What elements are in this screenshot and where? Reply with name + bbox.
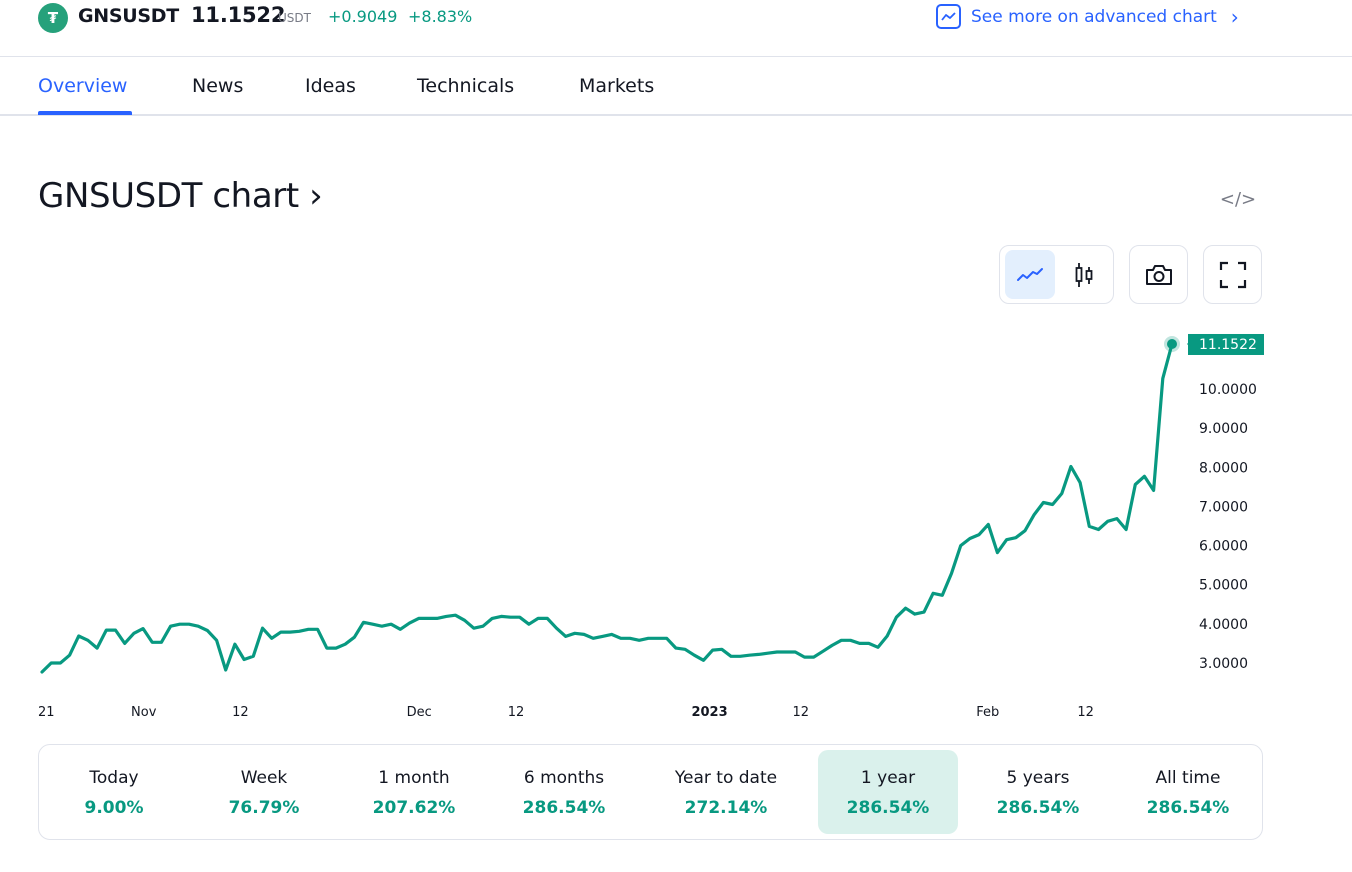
period-week[interactable]: Week 76.79% <box>194 750 334 834</box>
period-label: 1 month <box>378 768 450 788</box>
tab-technicals[interactable]: Technicals <box>417 75 514 97</box>
period-label: All time <box>1155 768 1221 788</box>
period-label: Today <box>89 768 139 788</box>
y-tick-label: 3.0000 <box>1199 656 1248 672</box>
last-value-label: 11.1522 <box>1199 337 1257 353</box>
fullscreen-icon <box>1219 261 1246 288</box>
tab-bar: Overview News Ideas Technicals Markets <box>0 57 1352 116</box>
period-label: Week <box>240 768 288 788</box>
period-5-years[interactable]: 5 years 286.54% <box>968 750 1108 834</box>
x-tick-label: Nov <box>131 705 157 720</box>
chevron-right-icon: › <box>1230 4 1239 29</box>
tether-logo-icon: ₮ <box>38 3 68 33</box>
period-6-months[interactable]: 6 months 286.54% <box>494 750 634 834</box>
line-chart-icon <box>1017 267 1043 281</box>
period-change-value: 207.62% <box>372 798 456 818</box>
embed-code-icon[interactable]: </> <box>1220 185 1256 213</box>
x-tick-label: Feb <box>976 705 999 720</box>
performance-periods: Today 9.00% Week 76.79% 1 month 207.62% 6 mont… <box>38 744 1263 840</box>
period-change-value: 286.54% <box>846 798 930 818</box>
candlestick-chart-button[interactable] <box>1059 250 1109 299</box>
period-label: Year to date <box>674 768 778 788</box>
period-1-month[interactable]: 1 month 207.62% <box>344 750 484 834</box>
advanced-chart-label: See more on advanced chart <box>971 6 1217 27</box>
x-tick-label: 12 <box>508 705 525 720</box>
period-all-time[interactable]: All time 286.54% <box>1118 750 1258 834</box>
x-axis: 21 Nov 12 Dec 12 2023 12 Feb 12 <box>38 705 1094 720</box>
x-tick-label: 12 <box>232 705 249 720</box>
period-change-value: 76.79% <box>228 798 300 818</box>
tab-news[interactable]: News <box>192 75 243 97</box>
y-tick-label: 10.0000 <box>1199 382 1257 398</box>
x-tick-label: 21 <box>38 705 55 720</box>
y-tick-label: 5.0000 <box>1199 578 1248 594</box>
last-value-marker: 11.1522 <box>1164 333 1264 355</box>
period-1-year[interactable]: 1 year 286.54% <box>818 750 958 834</box>
tab-overview[interactable]: Overview <box>38 75 127 97</box>
last-point-dot <box>1167 338 1177 349</box>
y-axis: 3.0000 4.0000 5.0000 6.0000 7.0000 8.0000 9.00… <box>1199 382 1257 672</box>
period-label: 5 years <box>1006 768 1070 788</box>
y-tick-label: 6.0000 <box>1199 539 1248 555</box>
advanced-chart-link[interactable]: See more on advanced chart › <box>936 4 1239 29</box>
price-change-percent: +8.83% <box>408 7 473 26</box>
y-tick-label: 4.0000 <box>1199 617 1248 633</box>
price-line <box>40 342 1174 674</box>
x-tick-label: 12 <box>793 705 810 720</box>
price-change: +0.9049 <box>328 7 398 26</box>
period-label: 1 year <box>860 768 916 788</box>
y-tick-label: 9.0000 <box>1199 421 1248 437</box>
price-currency: USDT <box>278 11 311 25</box>
period-year-to-date[interactable]: Year to date 272.14% <box>656 750 796 834</box>
symbol-name: GNSUSDT <box>78 5 179 27</box>
y-tick-label: 7.0000 <box>1199 499 1248 515</box>
x-tick-label: Dec <box>407 705 432 720</box>
period-change-value: 9.00% <box>84 798 144 818</box>
period-change-value: 286.54% <box>522 798 606 818</box>
chart-trend-icon <box>936 4 961 29</box>
active-tab-indicator <box>38 111 132 115</box>
period-today[interactable]: Today 9.00% <box>44 750 184 834</box>
period-change-value: 272.14% <box>684 798 768 818</box>
tab-markets[interactable]: Markets <box>579 75 654 97</box>
camera-icon <box>1145 264 1172 285</box>
x-tick-label: 12 <box>1077 705 1094 720</box>
last-price: 11.1522 <box>191 3 286 27</box>
symbol-header: ₮ GNSUSDT 11.1522 USDT +0.9049 +8.83% Se… <box>0 0 1352 57</box>
screenshot-button[interactable] <box>1129 245 1188 304</box>
candlestick-icon <box>1075 262 1093 287</box>
fullscreen-button[interactable] <box>1203 245 1262 304</box>
period-change-value: 286.54% <box>1146 798 1230 818</box>
tab-ideas[interactable]: Ideas <box>305 75 356 97</box>
chart-title-link[interactable]: GNSUSDT chart › <box>38 176 323 216</box>
chart-style-toggle <box>999 245 1114 304</box>
x-tick-label: 2023 <box>691 705 727 720</box>
y-tick-label: 8.0000 <box>1199 460 1248 476</box>
period-label: 6 months <box>523 768 605 788</box>
price-chart[interactable]: 3.0000 4.0000 5.0000 6.0000 7.0000 8.0000 9.00… <box>0 320 1352 730</box>
period-change-value: 286.54% <box>996 798 1080 818</box>
line-chart-button[interactable] <box>1005 250 1055 299</box>
